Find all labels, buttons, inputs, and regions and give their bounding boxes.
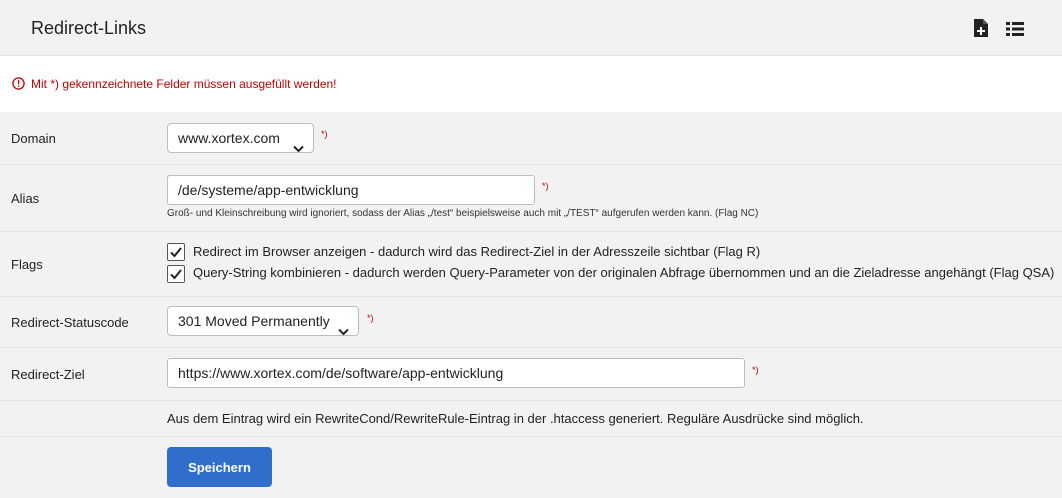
target-label: Redirect-Ziel	[11, 367, 85, 382]
add-document-icon[interactable]	[973, 18, 989, 41]
chevron-down-icon	[293, 134, 304, 162]
required-marker: *)	[752, 365, 759, 375]
flag-r-label: Redirect im Browser anzeigen - dadurch w…	[193, 244, 761, 259]
flag-r-checkbox[interactable]	[167, 243, 185, 261]
statuscode-label: Redirect-Statuscode	[11, 315, 129, 330]
statuscode-select[interactable]: 301 Moved Permanently	[167, 306, 359, 336]
checkmark-icon	[170, 247, 182, 258]
domain-row: Domain www.xortex.com *)	[0, 112, 1062, 165]
info-row: Aus dem Eintrag wird ein RewriteCond/Rew…	[0, 401, 1062, 437]
chevron-down-icon	[338, 317, 349, 345]
notice-text: Mit *) gekennzeichnete Felder müssen aus…	[31, 77, 337, 91]
required-marker: *)	[542, 181, 549, 191]
htaccess-info: Aus dem Eintrag wird ein RewriteCond/Rew…	[167, 411, 864, 426]
flags-label: Flags	[11, 257, 43, 272]
save-button[interactable]: Speichern	[167, 447, 272, 487]
list-icon[interactable]	[1006, 21, 1024, 40]
required-marker: *)	[367, 313, 374, 323]
alias-row: Alias /de/systeme/app-entwicklung *) Gro…	[0, 165, 1062, 232]
target-row: Redirect-Ziel https://www.xortex.com/de/…	[0, 348, 1062, 401]
target-input-value: https://www.xortex.com/de/software/app-e…	[178, 365, 504, 381]
alias-input-value: /de/systeme/app-entwicklung	[178, 182, 359, 198]
alias-label: Alias	[11, 191, 40, 206]
checkmark-icon	[170, 269, 182, 280]
statuscode-row: Redirect-Statuscode 301 Moved Permanentl…	[0, 297, 1062, 348]
flags-row: Flags Redirect im Browser anzeigen - dad…	[0, 232, 1062, 297]
flag-qsa-checkbox[interactable]	[167, 265, 185, 283]
exclamation-circle-icon	[12, 77, 25, 93]
page-header: Redirect-Links	[0, 0, 1062, 56]
target-input[interactable]: https://www.xortex.com/de/software/app-e…	[167, 358, 745, 388]
alias-hint: Groß- und Kleinschreibung wird ignoriert…	[167, 208, 759, 219]
required-marker: *)	[321, 129, 328, 139]
alias-input[interactable]: /de/systeme/app-entwicklung	[167, 175, 535, 205]
page-title: Redirect-Links	[31, 18, 147, 38]
domain-select-value: www.xortex.com	[178, 130, 280, 146]
required-fields-notice: Mit *) gekennzeichnete Felder müssen aus…	[0, 56, 1062, 112]
flag-qsa-label: Query-String kombinieren - dadurch werde…	[193, 265, 1055, 280]
statuscode-select-value: 301 Moved Permanently	[178, 313, 330, 329]
domain-select[interactable]: www.xortex.com	[167, 123, 314, 153]
domain-label: Domain	[11, 131, 56, 146]
